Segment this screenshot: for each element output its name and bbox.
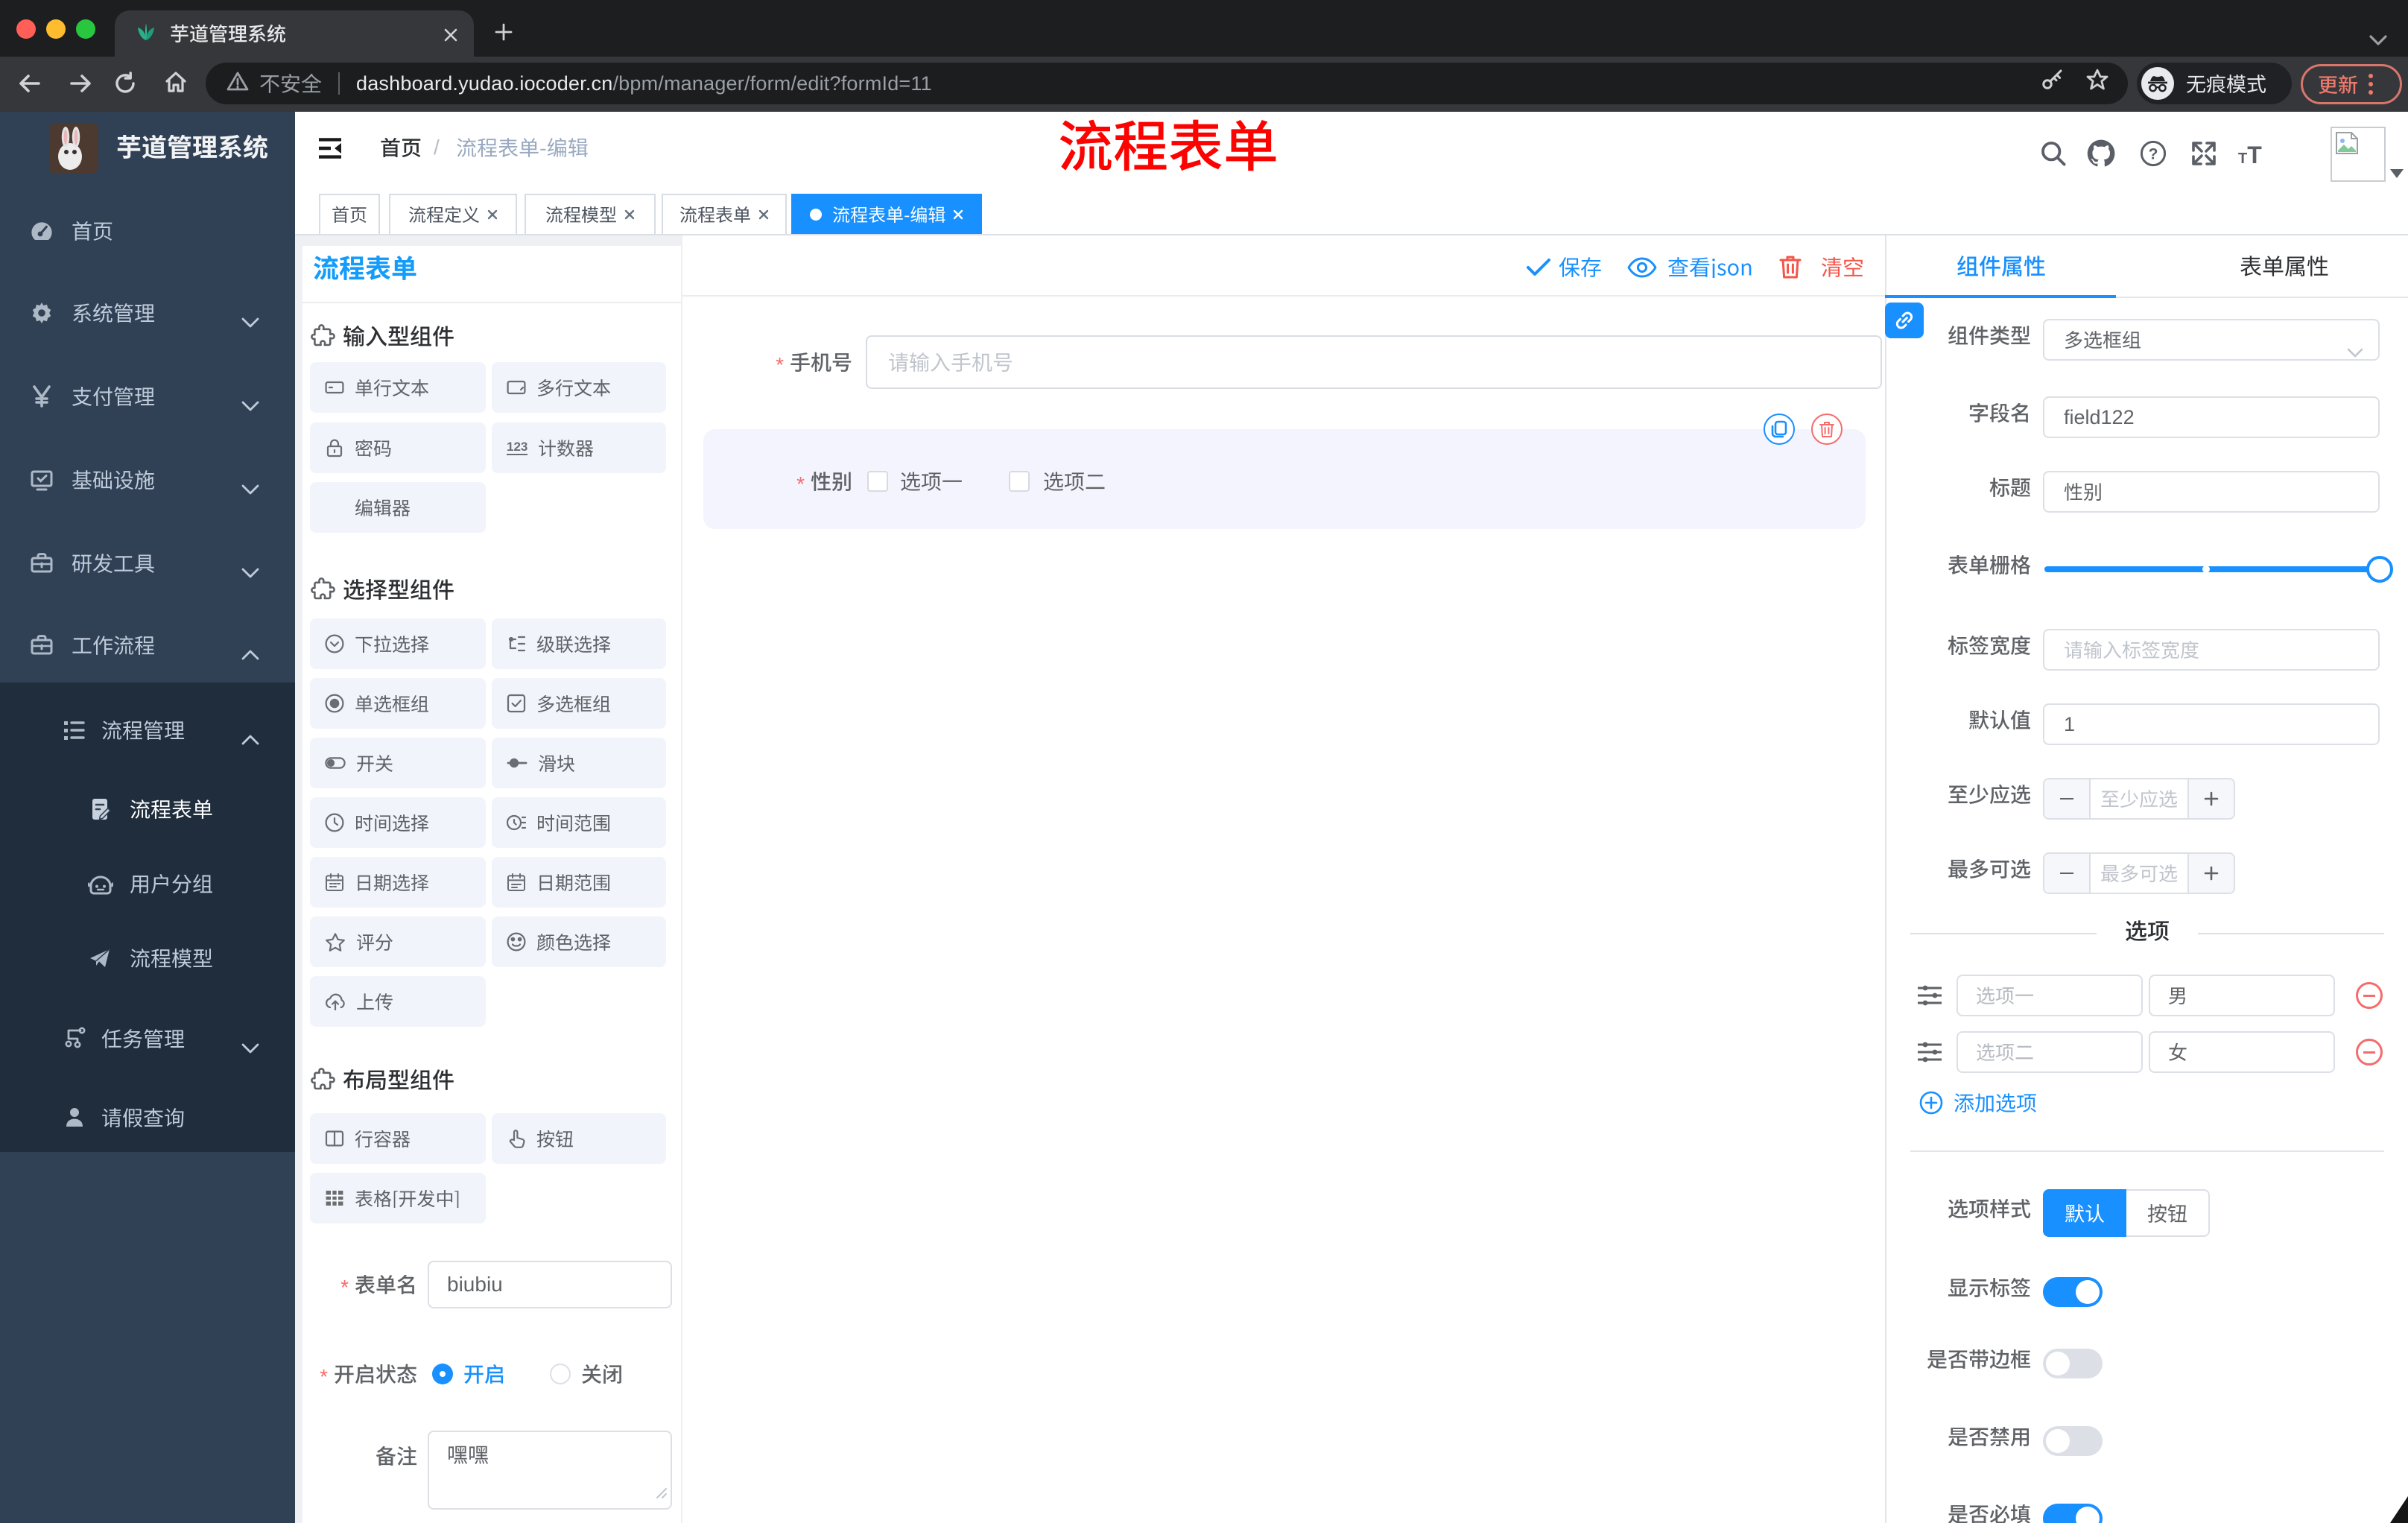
svg-text:?: ? — [2149, 146, 2158, 163]
